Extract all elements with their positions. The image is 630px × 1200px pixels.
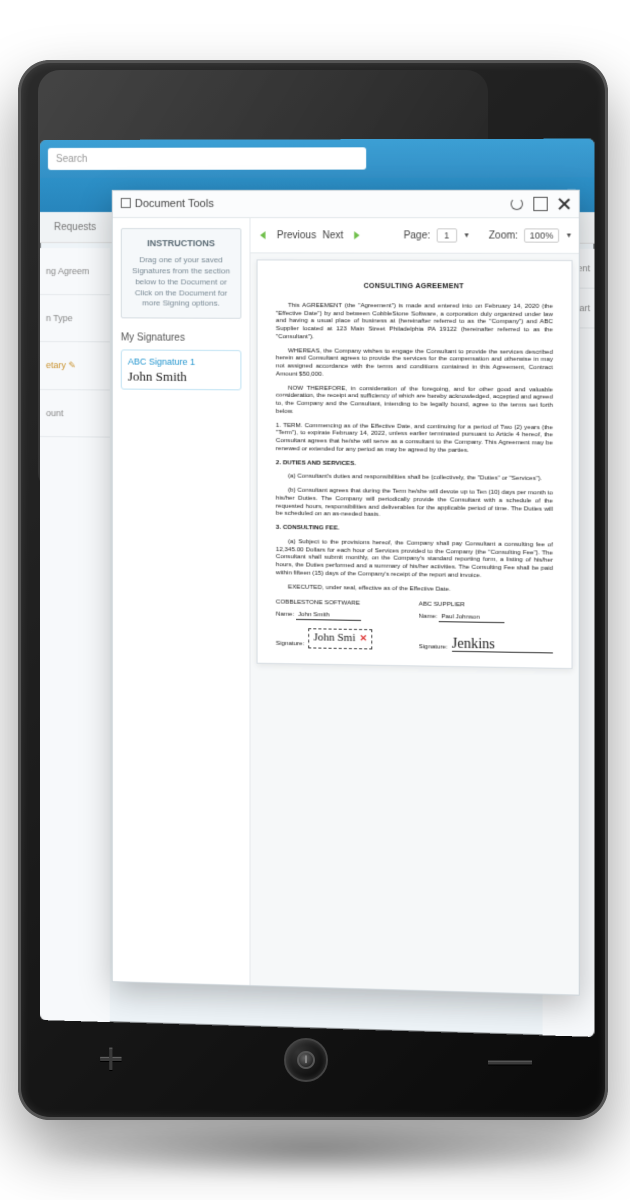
- my-signatures-heading: My Signatures: [121, 333, 242, 345]
- page-input[interactable]: 1: [436, 228, 457, 242]
- doc-p6: (b) Consultant agrees that during the Te…: [276, 486, 553, 520]
- instructions-heading: INSTRUCTIONS: [128, 237, 235, 249]
- side-etary[interactable]: etary ✎: [40, 342, 110, 390]
- name-label-left: Name:: [276, 611, 294, 618]
- next-button[interactable]: Next: [322, 230, 343, 241]
- draggable-signature[interactable]: John Smi ✕: [308, 628, 372, 649]
- side-ount[interactable]: ount: [40, 390, 110, 438]
- menu-requests[interactable]: Requests: [54, 222, 96, 233]
- viewer-canvas[interactable]: CONSULTING AGREEMENT This AGREEMENT (the…: [250, 253, 578, 994]
- search-input[interactable]: Search: [48, 147, 366, 170]
- sig-label-left: Signature:: [276, 640, 305, 648]
- zoom-dropdown-icon[interactable]: ▼: [565, 232, 572, 239]
- app-header: Search: [40, 139, 594, 178]
- drag-sig-text: John Smi: [314, 631, 356, 646]
- sig-right-col: ABC SUPPLIER Name: Paul Johnson Signatur…: [419, 601, 553, 653]
- modal-titlebar: Document Tools: [113, 191, 579, 219]
- company-a-name: COBBLESTONE SOFTWARE: [276, 599, 409, 609]
- prev-button[interactable]: Previous: [277, 230, 316, 241]
- name-right: Paul Johnson: [439, 613, 505, 623]
- doc-p0: This AGREEMENT (the "Agreement") is made…: [276, 302, 553, 342]
- signature-card[interactable]: ABC Signature 1 John Smith: [121, 350, 242, 391]
- home-button[interactable]: [284, 1038, 328, 1082]
- app-left-sidebar: ng Agreem n Type etary ✎ ount: [40, 248, 110, 1022]
- volume-up-button[interactable]: +: [98, 1038, 124, 1082]
- zoom-label: Zoom:: [489, 230, 518, 241]
- page-dropdown-icon[interactable]: ▼: [463, 232, 470, 239]
- close-icon[interactable]: [558, 198, 570, 210]
- viewer-toolbar: Previous Next Page: 1 ▼ Zoom: 100% ▼: [250, 218, 578, 254]
- doc-sec3: 3. CONSULTING FEE.: [276, 524, 553, 535]
- sig-left-col: COBBLESTONE SOFTWARE Name: John Smith Si…: [276, 599, 409, 651]
- doc-p5: (a) Consultant's duties and responsibili…: [276, 473, 553, 484]
- volume-down-button[interactable]: —: [488, 1038, 528, 1082]
- reload-icon[interactable]: [511, 198, 523, 210]
- signature-name: ABC Signature 1: [128, 357, 235, 368]
- doc-p2: NOW THEREFORE, in consideration of the f…: [276, 384, 553, 417]
- hardware-buttons: + —: [18, 1038, 608, 1082]
- page-label: Page:: [404, 230, 431, 241]
- modal-title: Document Tools: [121, 198, 214, 210]
- document-viewer: Previous Next Page: 1 ▼ Zoom: 100% ▼: [250, 218, 578, 995]
- remove-signature-icon[interactable]: ✕: [360, 633, 368, 645]
- sig-label-right: Signature:: [419, 643, 448, 651]
- instructions-panel: INSTRUCTIONS Drag one of your saved Sign…: [113, 218, 251, 985]
- doc-p1: WHEREAS, the Company wishes to engage th…: [276, 347, 553, 380]
- document-page[interactable]: CONSULTING AGREEMENT This AGREEMENT (the…: [257, 259, 573, 668]
- instructions-text: Drag one of your saved Signatures from t…: [128, 255, 235, 310]
- tablet-shadow: [30, 1120, 600, 1180]
- signed-right: Jenkins: [452, 638, 495, 651]
- side-type[interactable]: n Type: [40, 295, 110, 342]
- signature-preview: John Smith: [128, 369, 235, 386]
- tablet-screen: Search Feb 14 2020 11:24:26 Requests: [40, 139, 594, 1037]
- document-icon: [121, 198, 131, 208]
- name-left: John Smith: [296, 611, 361, 621]
- name-label-right: Name:: [419, 613, 438, 620]
- zoom-input[interactable]: 100%: [524, 228, 559, 242]
- doc-p8: (a) Subject to the provisions hereof, th…: [276, 538, 553, 581]
- side-agreement[interactable]: ng Agreem: [40, 248, 110, 295]
- signature-block: COBBLESTONE SOFTWARE Name: John Smith Si…: [276, 599, 553, 654]
- next-arrow-icon[interactable]: [349, 228, 363, 242]
- maximize-icon[interactable]: [533, 197, 547, 211]
- doc-p9: EXECUTED, under seal, effective as of th…: [276, 583, 553, 595]
- prev-arrow-icon[interactable]: [257, 228, 271, 242]
- instructions-box: INSTRUCTIONS Drag one of your saved Sign…: [121, 228, 242, 319]
- tablet-frame: Search Feb 14 2020 11:24:26 Requests: [18, 60, 608, 1120]
- doc-p3: 1. TERM. Commencing as of the Effective …: [276, 421, 553, 455]
- doc-title: CONSULTING AGREEMENT: [276, 283, 553, 293]
- document-tools-modal: Document Tools INSTRUCTIONS Drag one of …: [112, 190, 580, 996]
- doc-sec2: 2. DUTIES AND SERVICES.: [276, 459, 553, 470]
- company-b-name: ABC SUPPLIER: [419, 601, 553, 611]
